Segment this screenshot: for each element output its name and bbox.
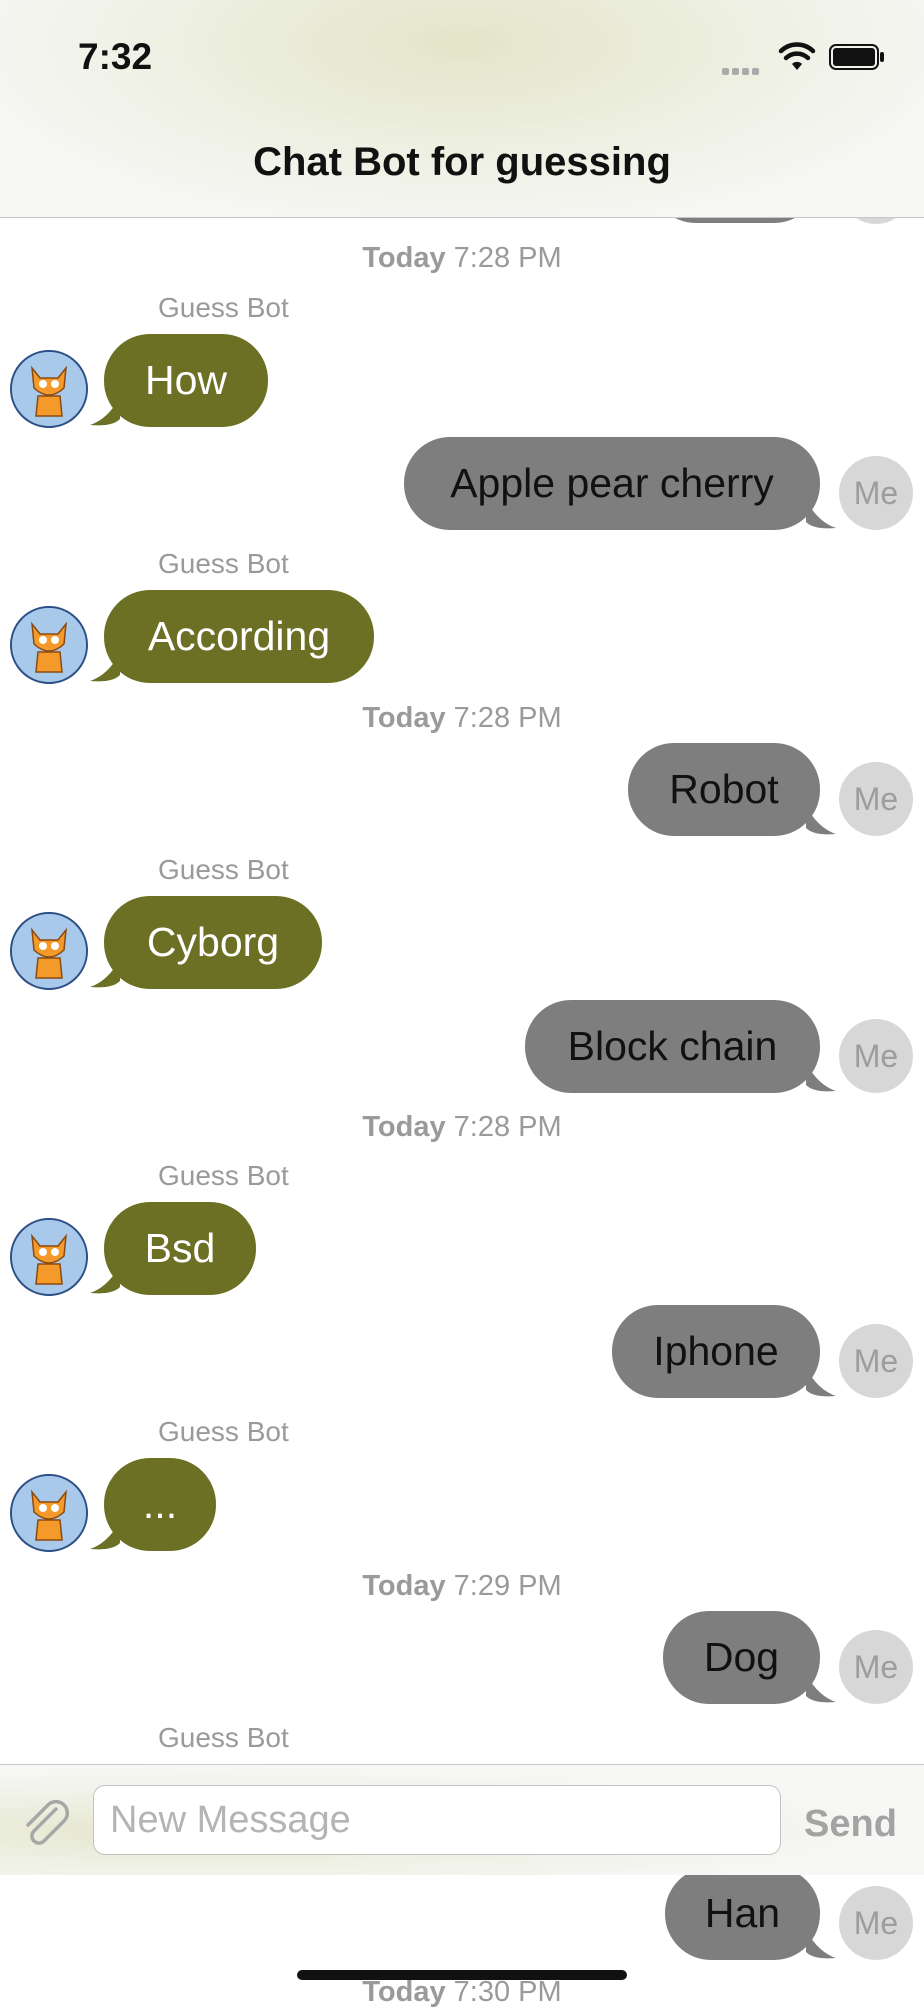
- send-button[interactable]: Send: [804, 1803, 897, 1846]
- message-timestamp: Today 7:28 PM: [362, 1111, 562, 1143]
- sender-name: Guess Bot: [158, 1160, 289, 1191]
- message-bubble-bot[interactable]: How: [104, 334, 268, 427]
- composer-bar: Send: [0, 1764, 924, 1875]
- wifi-icon: [778, 42, 816, 70]
- bubble-tail: [806, 806, 836, 835]
- message-timestamp: Today 7:28 PM: [362, 242, 562, 274]
- cellular-signal-icon: [722, 62, 766, 75]
- message-bubble-me[interactable]: Dog: [663, 1611, 820, 1704]
- message-input[interactable]: [93, 1785, 781, 1855]
- me-avatar: Me: [839, 1886, 913, 1960]
- message-bubble-me[interactable]: Iphone: [612, 1305, 820, 1398]
- me-avatar: Me: [839, 456, 913, 530]
- message-timestamp: Today 7:30 PM: [362, 1976, 562, 2008]
- paperclip-icon[interactable]: [18, 1795, 74, 1851]
- message-bubble-bot[interactable]: ...: [104, 1458, 216, 1551]
- me-avatar: Me: [839, 1324, 913, 1398]
- message-timestamp: Today 7:29 PM: [362, 1570, 562, 1602]
- message-bubble-bot[interactable]: According: [104, 590, 374, 683]
- page-title: Chat Bot for guessing: [253, 140, 671, 184]
- me-avatar: Me: [839, 1019, 913, 1093]
- message-bubble-me[interactable]: Block chain: [525, 1000, 820, 1093]
- me-avatar: Me: [839, 762, 913, 836]
- scratch-cat-icon: [12, 1476, 86, 1550]
- sender-name: Guess Bot: [158, 1722, 289, 1753]
- bubble-tail: [806, 1674, 836, 1703]
- message-bubble-bot[interactable]: Bsd: [104, 1202, 256, 1295]
- scratch-cat-icon: [12, 352, 86, 426]
- scratch-cat-icon: [12, 914, 86, 988]
- bot-avatar: [10, 1218, 88, 1296]
- bot-avatar: [10, 606, 88, 684]
- bubble-tail: [806, 1930, 836, 1959]
- message-bubble-me[interactable]: Apple pear cherry: [404, 437, 820, 530]
- sender-name: Guess Bot: [158, 854, 289, 885]
- navigation-bar: 7:32 Chat Bot for guessing: [0, 0, 924, 218]
- message-bubble-me[interactable]: Han: [665, 1867, 820, 1960]
- battery-icon: [829, 44, 884, 70]
- me-avatar: Me: [839, 1630, 913, 1704]
- home-indicator[interactable]: [297, 1970, 627, 1980]
- message-bubble-bot[interactable]: Cyborg: [104, 896, 322, 989]
- bubble-tail: [806, 500, 836, 529]
- bot-avatar: [10, 1474, 88, 1552]
- status-time: 7:32: [78, 36, 153, 77]
- bubble-tail: [806, 1063, 836, 1092]
- sender-name: Guess Bot: [158, 292, 289, 323]
- bot-avatar: [10, 350, 88, 428]
- message-bubble-me[interactable]: Robot: [628, 743, 820, 836]
- sender-name: Guess Bot: [158, 548, 289, 579]
- scratch-cat-icon: [12, 608, 86, 682]
- bot-avatar: [10, 912, 88, 990]
- sender-name: Guess Bot: [158, 1416, 289, 1447]
- scratch-cat-icon: [12, 1220, 86, 1294]
- message-timestamp: Today 7:28 PM: [362, 702, 562, 734]
- bubble-tail: [806, 1368, 836, 1397]
